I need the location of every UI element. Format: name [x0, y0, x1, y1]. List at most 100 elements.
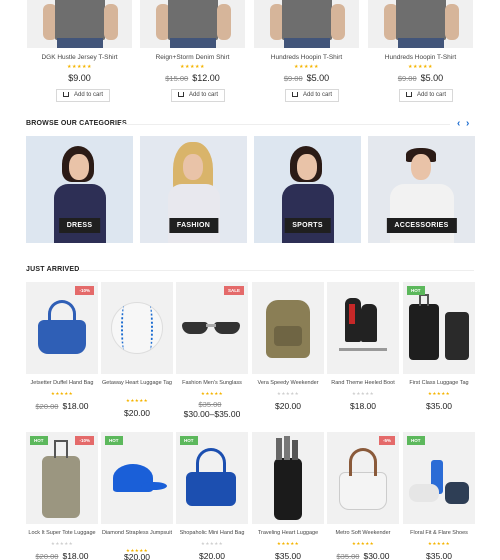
- product-price: $15.00 $12.00: [140, 73, 245, 83]
- cart-icon: [292, 92, 298, 97]
- product-card[interactable]: Reign+Storm Denim Shirt ★★★★★ $15.00 $12.…: [140, 0, 245, 110]
- rating-stars: ★★★★★: [408, 64, 433, 70]
- product-name[interactable]: First Class Luggage Tag: [399, 380, 479, 387]
- top-product-strip: DGK Hustle Jersey T-Shirt ★★★★★ $9.00 Ad…: [0, 0, 500, 110]
- product-image[interactable]: -5%: [327, 432, 399, 524]
- product-image[interactable]: [252, 282, 324, 374]
- current-price: $20.00: [275, 401, 301, 411]
- rating-stars: ★★★★★: [125, 548, 149, 553]
- product-price: $9.00: [27, 73, 132, 83]
- product-name[interactable]: Shopaholic Mini Hand Bag: [172, 530, 252, 537]
- product-card[interactable]: Hundreds Hoopin T-Shirt ★★★★★ $9.00 $5.00…: [254, 0, 359, 110]
- product-card[interactable]: Hundreds Hoopin T-Shirt ★★★★★ $9.00 $5.00…: [368, 0, 473, 110]
- product-image[interactable]: [27, 0, 132, 48]
- product-name[interactable]: Hundreds Hoopin T-Shirt: [368, 54, 473, 61]
- current-price: $20.00: [124, 408, 150, 418]
- current-price: $5.00: [420, 73, 444, 83]
- current-price: $12.00: [192, 73, 220, 83]
- product-name[interactable]: Diamond Strapless Jumpsuit: [97, 530, 177, 537]
- product-price: $18.00: [321, 401, 405, 411]
- product-name[interactable]: Metro Soft Weekender: [323, 530, 403, 537]
- chevron-right-icon[interactable]: ›: [466, 118, 469, 129]
- product-name[interactable]: Getaway Heart Luggage Tag: [97, 380, 177, 387]
- old-price: $20.00: [35, 402, 59, 411]
- product-name[interactable]: Jetsetter Duffel Hand Bag: [22, 380, 102, 387]
- rating-stars: ★★★★★: [276, 541, 300, 546]
- discount-badge: -10%: [75, 436, 94, 445]
- category-card-fashion[interactable]: FASHION: [140, 136, 247, 243]
- category-label[interactable]: FASHION: [168, 218, 219, 233]
- product-price: $9.00 $5.00: [368, 73, 473, 83]
- product-image[interactable]: [368, 0, 473, 48]
- add-to-cart-button[interactable]: Add to cart: [56, 89, 111, 102]
- product-image[interactable]: HOT: [101, 432, 173, 524]
- product-name[interactable]: Reign+Storm Denim Shirt: [140, 54, 245, 61]
- product-image[interactable]: SALE: [176, 282, 248, 374]
- product-card[interactable]: DGK Hustle Jersey T-Shirt ★★★★★ $9.00 Ad…: [27, 0, 132, 110]
- product-image[interactable]: [101, 282, 173, 374]
- product-image[interactable]: HOT -10%: [26, 432, 98, 524]
- product-price: $35.00: [397, 401, 481, 411]
- add-to-cart-label: Add to cart: [417, 92, 447, 98]
- product-name[interactable]: Hundreds Hoopin T-Shirt: [254, 54, 359, 61]
- cart-icon: [406, 92, 412, 97]
- product-price: $35.00: [170, 400, 254, 409]
- rating-stars: ★★★★★: [351, 541, 375, 546]
- current-price: $18.00: [62, 401, 89, 411]
- product-image[interactable]: HOT: [176, 432, 248, 524]
- category-label[interactable]: SPORTS: [284, 218, 331, 233]
- current-price: $35.00: [275, 551, 301, 560]
- category-card-accessories[interactable]: ACCESSORIES: [368, 136, 475, 243]
- product-image[interactable]: [327, 282, 399, 374]
- rating-stars: ★★★★★: [276, 391, 300, 396]
- discount-badge: -10%: [75, 286, 94, 295]
- product-price: $20.00: [246, 401, 330, 411]
- product-name[interactable]: Vera Speedy Weekender: [248, 380, 328, 387]
- rating-stars: ★★★★★: [200, 541, 224, 546]
- product-name[interactable]: Lock It Super Tote Luggage: [22, 530, 102, 537]
- rating-stars: ★★★★★: [125, 398, 149, 403]
- product-image[interactable]: [252, 432, 324, 524]
- product-name[interactable]: Traveling Heart Luggage: [248, 530, 328, 537]
- hot-badge: HOT: [407, 286, 425, 295]
- sale-badge: SALE: [223, 286, 244, 295]
- old-price: $35.00: [336, 552, 360, 560]
- current-price: $5.00: [306, 73, 330, 83]
- category-card-sports[interactable]: SPORTS: [254, 136, 361, 243]
- product-price: $35.00: [246, 551, 330, 560]
- category-label[interactable]: ACCESSORIES: [386, 218, 457, 233]
- product-image[interactable]: -10%: [26, 282, 98, 374]
- category-card-dress[interactable]: DRESS: [26, 136, 133, 243]
- current-price: $9.00: [68, 73, 91, 83]
- product-name[interactable]: Fashion Men's Sunglass: [172, 380, 252, 387]
- category-label[interactable]: DRESS: [58, 218, 101, 233]
- hot-badge: HOT: [407, 436, 425, 445]
- rating-stars: ★★★★★: [50, 541, 74, 546]
- categories-section-title: BROWSE OUR CATEGORIES: [26, 120, 127, 127]
- add-to-cart-button[interactable]: Add to cart: [171, 89, 226, 102]
- product-name[interactable]: Rand Theme Heeled Boot: [323, 380, 403, 387]
- product-name[interactable]: Floral Fit & Flare Shoes: [399, 530, 479, 537]
- add-to-cart-button[interactable]: Add to cart: [285, 89, 340, 102]
- product-image[interactable]: [140, 0, 245, 48]
- rating-stars: ★★★★★: [180, 64, 205, 70]
- current-price: $35.00: [426, 551, 452, 560]
- old-price: $9.00: [397, 74, 417, 83]
- product-image[interactable]: HOT: [403, 282, 475, 374]
- add-to-cart-label: Add to cart: [303, 92, 333, 98]
- hot-badge: HOT: [30, 436, 48, 445]
- product-image[interactable]: HOT: [403, 432, 475, 524]
- add-to-cart-label: Add to cart: [74, 92, 104, 98]
- old-price: $15.00: [165, 74, 189, 83]
- product-price: $35.00: [397, 551, 481, 560]
- product-name[interactable]: DGK Hustle Jersey T-Shirt: [27, 54, 132, 61]
- current-price: $20.00: [199, 551, 225, 560]
- hot-badge: HOT: [180, 436, 198, 445]
- old-price: $35.00: [198, 400, 222, 409]
- add-to-cart-button[interactable]: Add to cart: [399, 89, 454, 102]
- chevron-left-icon[interactable]: ‹: [457, 118, 460, 129]
- product-price: $20.00: [95, 408, 179, 418]
- product-image[interactable]: [254, 0, 359, 48]
- hot-badge: HOT: [105, 436, 123, 445]
- rating-stars: ★★★★★: [200, 391, 224, 396]
